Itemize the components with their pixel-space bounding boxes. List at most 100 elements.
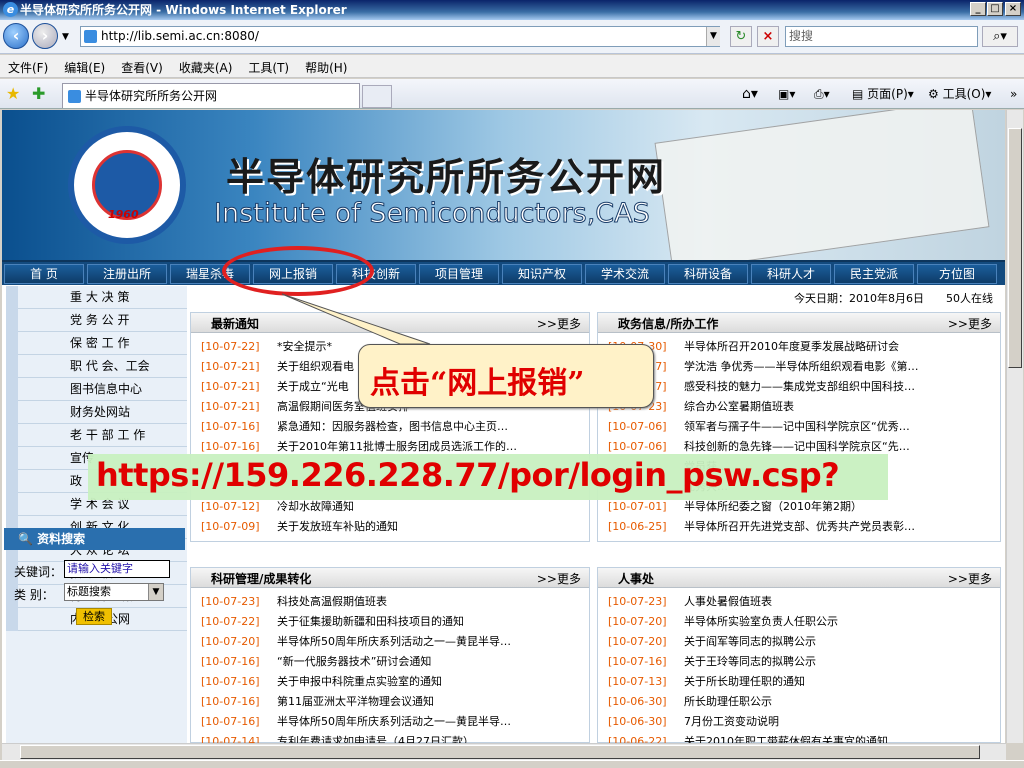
left-menu-item[interactable]: 图书信息中心 <box>6 378 187 401</box>
item-title[interactable]: 半导体所召开先进党支部、优秀共产党员表彰… <box>684 517 915 537</box>
menu-help[interactable]: 帮助(H) <box>297 55 355 80</box>
left-menu-item[interactable]: 重 大 决 策 <box>6 286 187 309</box>
stop-icon[interactable]: × <box>757 26 779 47</box>
nav-register[interactable]: 注册出所 <box>87 264 167 284</box>
item-title[interactable]: 半导体所实验室负责人任职公示 <box>684 612 838 632</box>
item-title[interactable]: 关于所长助理任职的通知 <box>684 672 805 692</box>
address-dropdown-icon[interactable]: ▼ <box>706 27 720 46</box>
item-title[interactable]: 学沈浩 争优秀——半导体所组织观看电影《第… <box>684 357 919 377</box>
tab-current[interactable]: 半导体研究所所务公开网 <box>62 83 360 108</box>
list-item[interactable]: [10-06-30] 所长助理任职公示 <box>598 692 1000 712</box>
more-link[interactable]: >>更多 <box>948 570 992 587</box>
close-button[interactable]: × <box>1005 2 1021 16</box>
list-item[interactable]: [10-07-22] 关于征集援助新疆和田科技项目的通知 <box>191 612 589 632</box>
item-title[interactable]: 半导体所纪委之窗（2010年第2期） <box>684 497 862 517</box>
list-item[interactable]: [10-07-20] 关于阎军等同志的拟聘公示 <box>598 632 1000 652</box>
nav-talent[interactable]: 科研人才 <box>751 264 831 284</box>
list-item[interactable]: [10-07-16] 半导体所50周年所庆系列活动之一—黄昆半导… <box>191 712 589 732</box>
history-dropdown-icon[interactable]: ▼ <box>62 32 69 42</box>
item-title[interactable]: 关于申报中科院重点实验室的通知 <box>277 672 442 692</box>
list-item[interactable]: [10-07-16] 关于申报中科院重点实验室的通知 <box>191 672 589 692</box>
menu-view[interactable]: 查看(V) <box>113 55 171 80</box>
minimize-button[interactable]: _ <box>970 2 986 16</box>
nav-academic[interactable]: 学术交流 <box>585 264 665 284</box>
item-title[interactable]: 紧急通知：因服务器检查，图书信息中心主页… <box>277 417 508 437</box>
left-menu-item[interactable]: 老 干 部 工 作 <box>6 424 187 447</box>
list-item[interactable]: [10-07-16] “新一代服务器技术”研讨会通知 <box>191 652 589 672</box>
item-title[interactable]: 7月份工资变动说明 <box>684 712 779 732</box>
list-item[interactable]: [10-07-20] 半导体所实验室负责人任职公示 <box>598 612 1000 632</box>
item-title[interactable]: 关于成立“光电 <box>277 377 349 397</box>
search-button[interactable]: 检索 <box>76 608 112 625</box>
left-menu-item[interactable]: 职 代 会、工会 <box>6 355 187 378</box>
list-item[interactable]: [10-07-16] 关于王玲等同志的拟聘公示 <box>598 652 1000 672</box>
scroll-thumb[interactable] <box>20 745 980 759</box>
list-item[interactable]: [10-07-30]半导体所召开2010年度夏季发展战略研讨会 <box>598 337 1000 357</box>
list-item[interactable]: [10-07-13] 关于所长助理任职的通知 <box>598 672 1000 692</box>
item-title[interactable]: 感受科技的魅力——集成党支部组织中国科技… <box>684 377 915 397</box>
refresh-icon[interactable]: ↻ <box>730 26 752 47</box>
item-title[interactable]: 关于发放班车补贴的通知 <box>277 517 398 537</box>
item-title[interactable]: 领军者与孺子牛——记中国科学院京区“优秀… <box>684 417 910 437</box>
list-item[interactable]: [10-07-23] 人事处暑假值班表 <box>598 592 1000 612</box>
vertical-scrollbar[interactable] <box>1006 110 1023 743</box>
nav-projects[interactable]: 项目管理 <box>419 264 499 284</box>
list-item[interactable]: [10-06-22] 关于2010年职工带薪休假有关事宜的通知 <box>598 732 1000 743</box>
menu-tools[interactable]: 工具(T) <box>240 55 297 80</box>
more-link[interactable]: >>更多 <box>537 570 581 587</box>
item-title[interactable]: 关于征集援助新疆和田科技项目的通知 <box>277 612 464 632</box>
print-icon[interactable]: ⎙▾ <box>814 86 830 102</box>
list-item[interactable]: [10-07-14] 专利年费请求如申请号（4月27日汇款） <box>191 732 589 743</box>
forward-icon[interactable]: › <box>32 23 58 49</box>
list-item[interactable]: [10-07-01] 半导体所纪委之窗（2010年第2期） <box>598 497 1000 517</box>
item-title[interactable]: 综合办公室暑期值班表 <box>684 397 794 417</box>
address-input[interactable]: http://lib.semi.ac.cn:8080/ <box>80 26 720 47</box>
page-menu[interactable]: ▤ 页面(P)▾ <box>852 86 914 102</box>
list-item[interactable]: [10-07-27]学沈浩 争优秀——半导体所组织观看电影《第… <box>598 357 1000 377</box>
list-item[interactable]: [10-07-16] 紧急通知：因服务器检查，图书信息中心主页… <box>191 417 589 437</box>
left-menu-item[interactable]: 保 密 工 作 <box>6 332 187 355</box>
item-title[interactable]: 科技处高温假期值班表 <box>277 592 387 612</box>
search-icon[interactable]: ⌕▾ <box>982 26 1018 47</box>
list-item[interactable]: [10-06-30] 7月份工资变动说明 <box>598 712 1000 732</box>
item-title[interactable]: 半导体所50周年所庆系列活动之一—黄昆半导… <box>277 712 511 732</box>
more-link[interactable]: >>更多 <box>948 315 992 332</box>
scroll-thumb[interactable] <box>1008 128 1022 368</box>
nav-home[interactable]: 首 页 <box>4 264 84 284</box>
list-item[interactable]: [10-07-16] 第11届亚洲太平洋物理会议通知 <box>191 692 589 712</box>
add-favorite-icon[interactable]: ✚ <box>32 84 45 103</box>
list-item[interactable]: [10-07-23]综合办公室暑期值班表 <box>598 397 1000 417</box>
new-tab-button[interactable] <box>362 85 392 108</box>
tools-menu[interactable]: ⚙ 工具(O)▾ <box>928 86 991 102</box>
list-item[interactable]: [10-07-06] 领军者与孺子牛——记中国科学院京区“优秀… <box>598 417 1000 437</box>
list-item[interactable]: [10-07-12] 冷却水故障通知 <box>191 497 589 517</box>
keyword-input[interactable]: 请输入关键字 <box>64 560 170 578</box>
list-item[interactable]: [10-07-20] 半导体所50周年所庆系列活动之一—黄昆半导… <box>191 632 589 652</box>
item-title[interactable]: 专利年费请求如申请号（4月27日汇款） <box>277 732 474 743</box>
item-title[interactable]: “新一代服务器技术”研讨会通知 <box>277 652 431 672</box>
item-title[interactable]: 关于王玲等同志的拟聘公示 <box>684 652 816 672</box>
nav-parties[interactable]: 民主党派 <box>834 264 914 284</box>
item-title[interactable]: 第11届亚洲太平洋物理会议通知 <box>277 692 434 712</box>
favorites-star-icon[interactable]: ★ <box>6 84 20 103</box>
item-title[interactable]: 半导体所召开2010年度夏季发展战略研讨会 <box>684 337 899 357</box>
left-menu-item[interactable]: 党 务 公 开 <box>6 309 187 332</box>
item-title[interactable]: 人事处暑假值班表 <box>684 592 772 612</box>
menu-file[interactable]: 文件(F) <box>0 55 56 80</box>
overflow-chevron-icon[interactable]: » <box>1010 86 1017 102</box>
back-icon[interactable]: ‹ <box>3 23 29 49</box>
home-icon[interactable]: ⌂▾ <box>742 86 758 102</box>
menu-edit[interactable]: 编辑(E) <box>56 55 113 80</box>
item-title[interactable]: 所长助理任职公示 <box>684 692 772 712</box>
nav-map[interactable]: 方位图 <box>917 264 997 284</box>
feeds-icon[interactable]: ▣▾ <box>778 86 795 102</box>
list-item[interactable]: [10-07-27]感受科技的魅力——集成党支部组织中国科技… <box>598 377 1000 397</box>
item-title[interactable]: 冷却水故障通知 <box>277 497 354 517</box>
list-item[interactable]: [10-07-09] 关于发放班车补贴的通知 <box>191 517 589 537</box>
left-menu-item[interactable]: 财务处网站 <box>6 401 187 424</box>
item-title[interactable]: 关于阎军等同志的拟聘公示 <box>684 632 816 652</box>
list-item[interactable]: [10-06-25] 半导体所召开先进党支部、优秀共产党员表彰… <box>598 517 1000 537</box>
nav-ip[interactable]: 知识产权 <box>502 264 582 284</box>
more-link[interactable]: >>更多 <box>537 315 581 332</box>
list-item[interactable]: [10-07-23] 科技处高温假期值班表 <box>191 592 589 612</box>
